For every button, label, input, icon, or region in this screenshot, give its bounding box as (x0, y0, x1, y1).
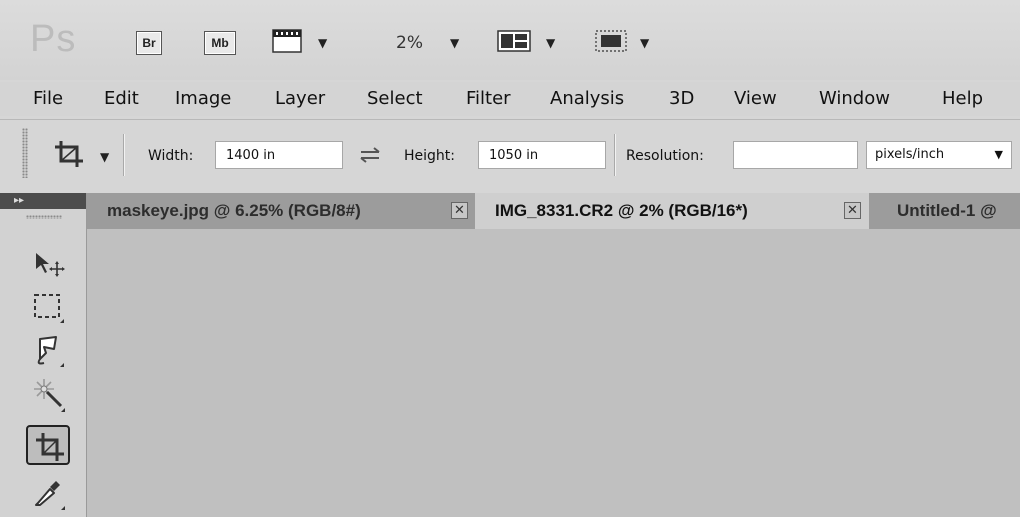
chevron-down-icon[interactable]: ▼ (640, 36, 649, 50)
view-extras-button[interactable] (272, 27, 302, 59)
menu-window[interactable]: Window (819, 86, 890, 112)
menu-file[interactable]: File (33, 86, 63, 112)
close-icon[interactable]: ✕ (844, 202, 861, 219)
tools-panel-grip[interactable] (26, 215, 62, 219)
magic-wand-icon (34, 379, 65, 412)
chevron-down-icon[interactable]: ▼ (100, 150, 109, 164)
lasso-tool[interactable] (26, 331, 70, 371)
arrange-documents-button[interactable] (497, 27, 531, 59)
lasso-tool-icon (37, 336, 64, 367)
width-input[interactable] (215, 141, 343, 169)
screen-mode-button[interactable] (594, 27, 628, 59)
magic-wand-tool[interactable] (26, 375, 70, 415)
height-input[interactable] (478, 141, 606, 169)
width-label: Width: (148, 148, 194, 164)
tools-panel: ▸▸ (0, 193, 87, 517)
marquee-tool-icon (34, 294, 64, 323)
menu-edit[interactable]: Edit (104, 86, 139, 112)
document-tab-label: IMG_8331.CR2 @ 2% (RGB/16*) (495, 201, 748, 220)
document-tab-label: Untitled-1 @ (897, 201, 997, 220)
close-icon[interactable]: ✕ (451, 202, 468, 219)
menu-bar: File Edit Image Layer Select Filter Anal… (0, 82, 1020, 116)
swap-dimensions-button[interactable] (357, 145, 383, 169)
tool-preset-picker[interactable] (52, 138, 86, 174)
launch-bridge-button[interactable]: Br (136, 31, 162, 55)
menu-select[interactable]: Select (367, 86, 423, 112)
application-bar: Ps Br Mb ▼ 2% ▼ ▼ ▼ (0, 0, 1020, 80)
chevron-down-icon: ▼ (994, 148, 1003, 161)
chevron-down-icon[interactable]: ▼ (546, 36, 555, 50)
document-tab-label: maskeye.jpg @ 6.25% (RGB/8#) (107, 201, 361, 220)
menu-help[interactable]: Help (942, 86, 983, 112)
screen-mode-icon (595, 30, 627, 52)
resolution-input[interactable] (733, 141, 858, 169)
eyedropper-tool[interactable] (26, 473, 70, 513)
options-divider (614, 134, 615, 176)
crop-tool-icon (36, 433, 64, 461)
menu-image[interactable]: Image (175, 86, 231, 112)
move-tool[interactable] (26, 243, 70, 283)
resolution-unit-value: pixels/inch (875, 147, 945, 162)
zoom-level[interactable]: 2% (396, 33, 423, 53)
crop-tool-icon (55, 141, 83, 167)
move-tool-icon (36, 253, 65, 277)
menu-view[interactable]: View (734, 86, 777, 112)
resolution-unit-select[interactable]: pixels/inch ▼ (866, 141, 1012, 169)
launch-mini-bridge-button[interactable]: Mb (204, 31, 236, 55)
crop-tool[interactable] (26, 425, 70, 465)
swap-arrows-icon (360, 147, 380, 163)
document-tab-bar: maskeye.jpg @ 6.25% (RGB/8#) ✕ IMG_8331.… (87, 193, 1020, 229)
options-bar-grip[interactable] (22, 128, 28, 178)
menu-filter[interactable]: Filter (466, 86, 511, 112)
chevron-down-icon[interactable]: ▼ (318, 36, 327, 50)
height-label: Height: (404, 148, 455, 164)
chevron-down-icon[interactable]: ▼ (450, 36, 459, 50)
extras-icon (272, 29, 302, 53)
rectangular-marquee-tool[interactable] (26, 287, 70, 327)
document-canvas-area[interactable] (87, 229, 1020, 517)
document-tab[interactable]: Untitled-1 @ (869, 193, 1020, 229)
photoshop-logo: Ps (30, 18, 77, 60)
arrange-documents-icon (497, 30, 531, 52)
document-tab[interactable]: IMG_8331.CR2 @ 2% (RGB/16*) ✕ (475, 193, 869, 229)
menu-layer[interactable]: Layer (275, 86, 325, 112)
tools-panel-expand[interactable]: ▸▸ (0, 193, 86, 209)
menu-3d[interactable]: 3D (669, 86, 694, 112)
tool-options-bar: ▼ Width: Height: Resolution: pixels/inch… (0, 119, 1020, 192)
menu-analysis[interactable]: Analysis (550, 86, 624, 112)
eyedropper-icon (35, 481, 65, 510)
options-divider (123, 134, 124, 176)
resolution-label: Resolution: (626, 148, 704, 164)
document-tab[interactable]: maskeye.jpg @ 6.25% (RGB/8#) ✕ (87, 193, 475, 229)
